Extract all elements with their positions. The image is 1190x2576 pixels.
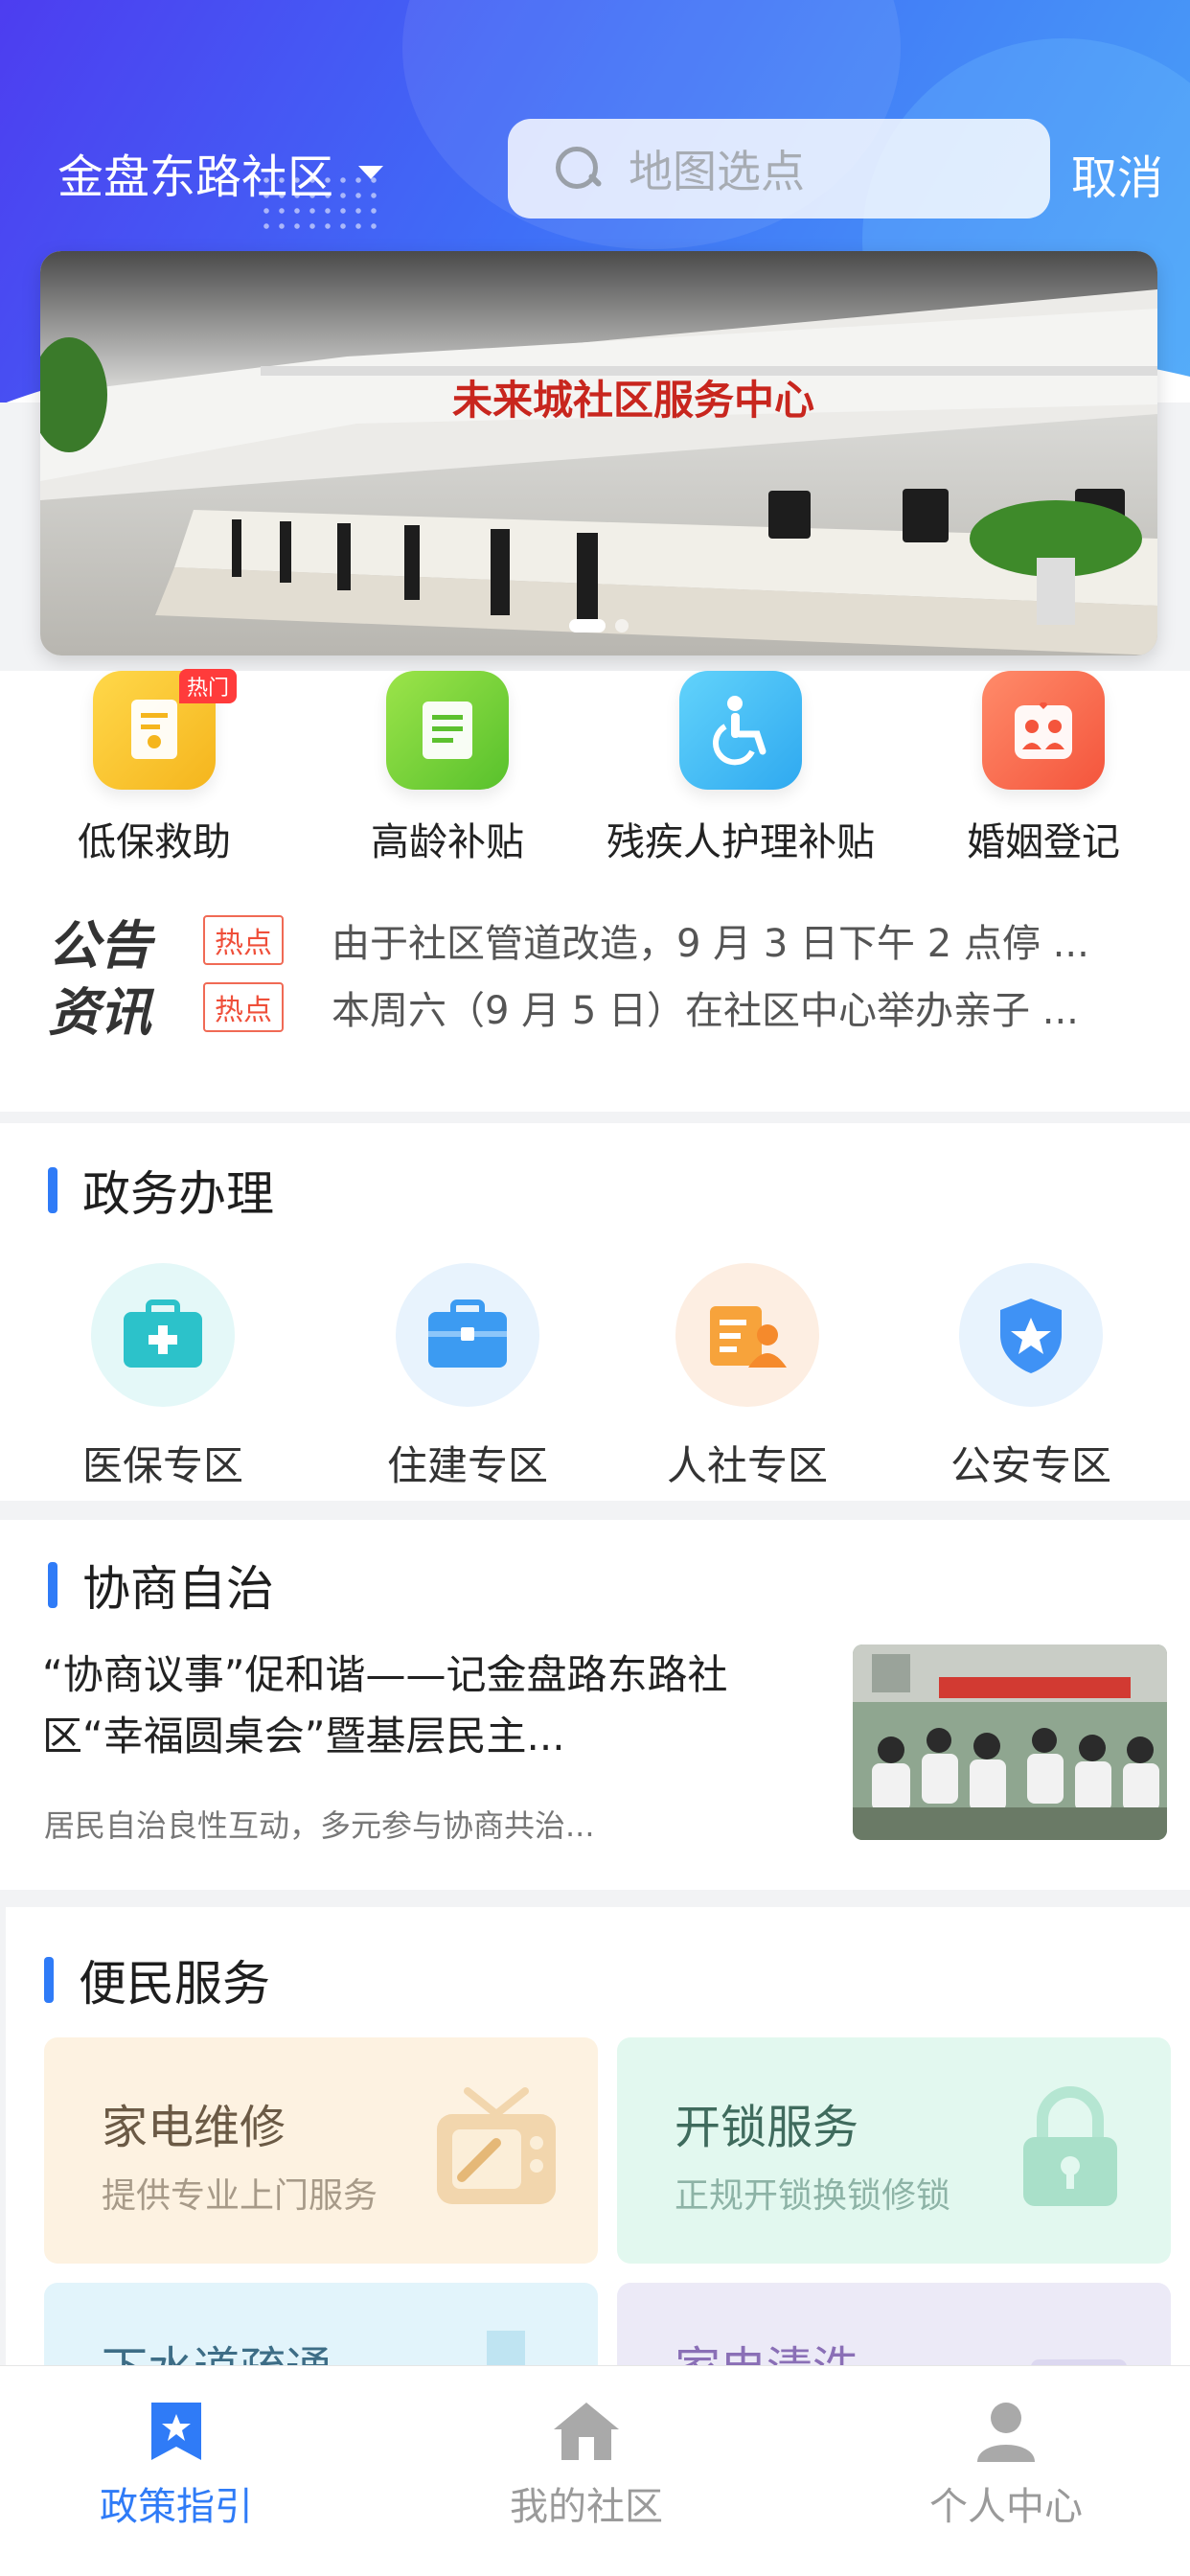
- wheelchair-icon: [679, 671, 802, 790]
- section-title: 政务办理: [48, 1156, 274, 1225]
- search-input[interactable]: 地图选点: [508, 119, 1050, 218]
- tv-repair-icon: [429, 2085, 563, 2214]
- gov-item-social-security[interactable]: 人社专区: [623, 1263, 872, 1492]
- quick-item-disability-care[interactable]: 残疾人护理补贴: [592, 671, 889, 866]
- quick-item-label: 婚姻登记: [967, 820, 1120, 864]
- notice-logo: 公告 资讯: [48, 915, 151, 1043]
- quick-item-label: 低保救助: [78, 820, 231, 864]
- hot-badge: 热门: [178, 669, 237, 703]
- government-services-card: 政务办理 医保专区 住建专区 人社专区 公安专区: [0, 1123, 1190, 1501]
- couple-icon: [982, 671, 1105, 790]
- person-card-icon: [675, 1263, 819, 1407]
- quick-item-marriage-registration[interactable]: 婚姻登记: [895, 671, 1190, 866]
- gov-item-housing[interactable]: 住建专区: [343, 1263, 592, 1492]
- lock-icon: [1018, 2085, 1123, 2214]
- notice-board: 公告 资讯 热点 由于社区管道改造，9 月 3 日下午 2 点停 ... 热点 …: [0, 901, 1190, 1045]
- tab-policy-guide[interactable]: 政策指引: [33, 2401, 320, 2531]
- medical-kit-icon: [91, 1263, 235, 1407]
- quick-item-low-income-aid[interactable]: 热门 低保救助: [6, 669, 303, 866]
- notice-text: 本周六（9 月 5 日）在社区中心举办亲子 ...: [332, 989, 1079, 1033]
- book-icon: [386, 671, 509, 790]
- article-thumbnail[interactable]: [853, 1644, 1167, 1840]
- quick-services-card: 热门 低保救助 高龄补贴 残疾人护理补贴 婚姻登记 公告 资讯 热点 由于社区管…: [0, 669, 1190, 1112]
- svg-text:未来城社区服务中心: 未来城社区服务中心: [452, 377, 814, 424]
- caret-down-icon: [358, 166, 384, 179]
- bookmark-star-icon: [151, 2403, 201, 2460]
- service-appliance-repair[interactable]: 家电维修 提供专业上门服务: [44, 2037, 598, 2264]
- notice-item[interactable]: 热点 本周六（9 月 5 日）在社区中心举办亲子 ...: [203, 979, 1165, 1035]
- convenience-services-card: 便民服务 家电维修 提供专业上门服务 开锁服务 正规开锁换锁修锁 下水道疏通 家…: [6, 1907, 1190, 2509]
- article-title[interactable]: “协商议事”促和谐——记金盘路东路社区“幸福圆桌会”暨基层民主...: [42, 1644, 790, 1767]
- tab-my-community[interactable]: 我的社区: [443, 2401, 730, 2531]
- community-selector[interactable]: 金盘东路社区: [57, 139, 384, 206]
- quick-item-label: 高龄补贴: [371, 820, 524, 864]
- consultation-card: 协商自治 “协商议事”促和谐——记金盘路东路社区“幸福圆桌会”暨基层民主... …: [0, 1520, 1190, 1890]
- tab-personal-center[interactable]: 个人中心: [862, 2401, 1150, 2531]
- search-icon: [556, 147, 600, 191]
- briefcase-icon: [396, 1263, 539, 1407]
- banner-carousel[interactable]: 未来城社区服务中心: [40, 251, 1157, 656]
- gov-item-police[interactable]: 公安专区: [906, 1263, 1156, 1492]
- service-unlocking[interactable]: 开锁服务 正规开锁换锁修锁: [617, 2037, 1171, 2264]
- article-summary: 居民自治良性互动，多元参与协商共治...: [44, 1807, 595, 1844]
- gov-item-medical[interactable]: 医保专区: [38, 1263, 287, 1492]
- service-center-photo: 未来城社区服务中心: [40, 251, 1157, 656]
- user-icon: [977, 2403, 1035, 2462]
- notice-text: 由于社区管道改造，9 月 3 日下午 2 点停 ...: [332, 922, 1089, 966]
- hot-tag: 热点: [203, 982, 284, 1032]
- hot-tag: 热点: [203, 915, 284, 965]
- quick-item-elderly-subsidy[interactable]: 高龄补贴: [299, 671, 596, 866]
- notice-item[interactable]: 热点 由于社区管道改造，9 月 3 日下午 2 点停 ...: [203, 912, 1165, 968]
- search-placeholder: 地图选点: [629, 146, 805, 197]
- cancel-button[interactable]: 取消: [1071, 140, 1163, 207]
- quick-item-label: 残疾人护理补贴: [606, 820, 875, 864]
- carousel-indicator: [40, 619, 1157, 632]
- community-name: 金盘东路社区: [57, 150, 334, 204]
- police-shield-icon: [959, 1263, 1103, 1407]
- section-title: 便民服务: [44, 1945, 270, 2014]
- section-title: 协商自治: [48, 1551, 274, 1620]
- document-icon: 热门: [93, 669, 237, 790]
- home-icon: [554, 2403, 619, 2460]
- bottom-tab-bar: 政策指引 我的社区 个人中心: [0, 2365, 1190, 2576]
